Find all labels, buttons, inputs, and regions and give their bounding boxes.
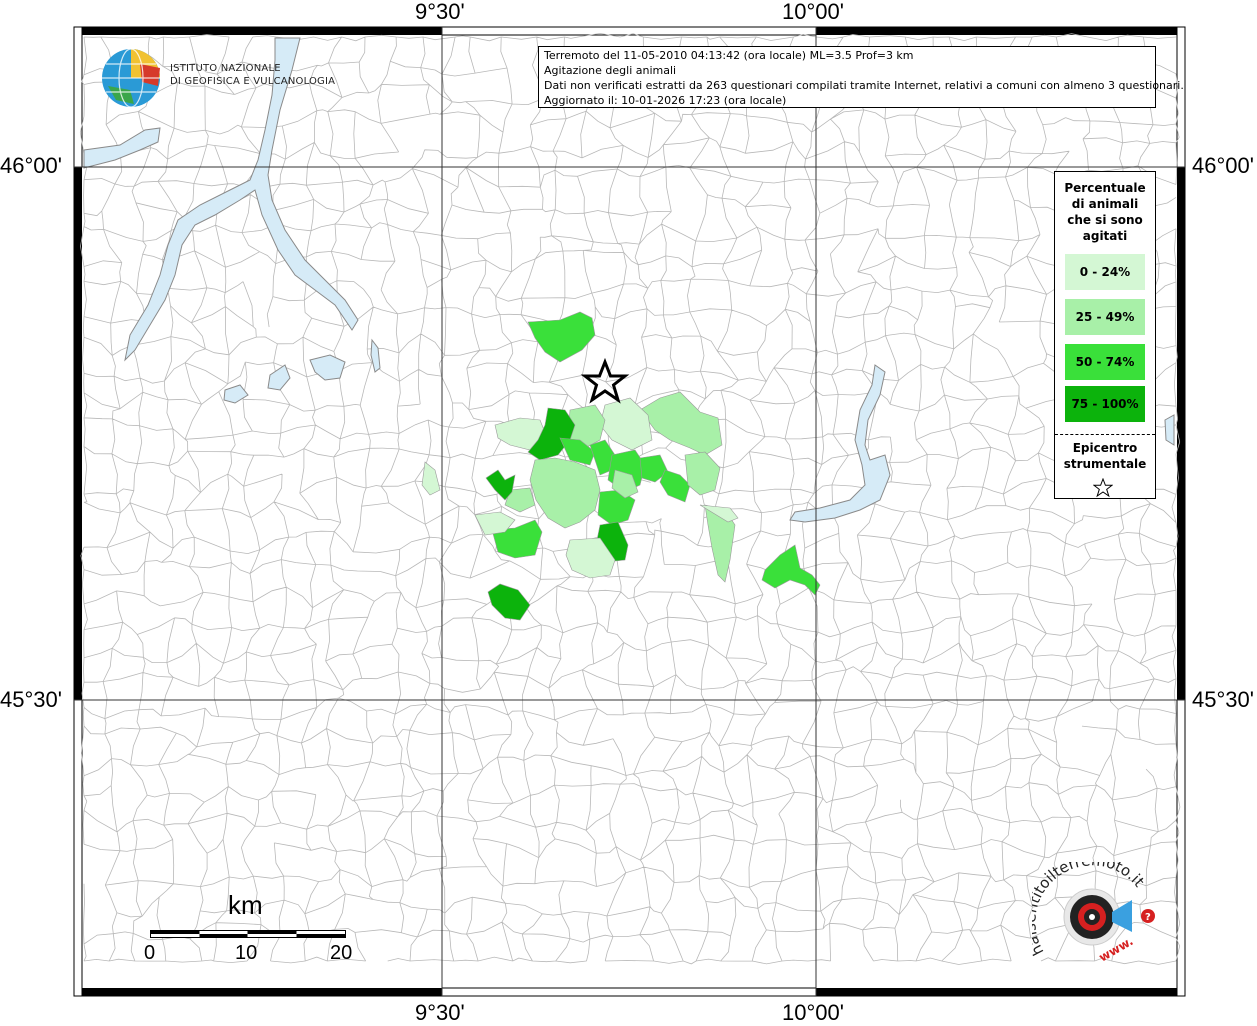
event-title: Terremoto del 11-05-2010 04:13:42 (ora l… [544, 49, 914, 62]
scale-label-0: 0 [144, 942, 156, 964]
svg-text:?: ? [1145, 912, 1151, 923]
haisentito-logo: ? haisentitoilterremoto.it www. [1021, 851, 1162, 972]
ingv-name-line1: ISTITUTO NAZIONALE [170, 63, 281, 74]
legend-class-1: 0 - 24% [1065, 254, 1145, 290]
lon-tick-bottom-1: 9°30' [415, 1000, 465, 1025]
globe-icon [102, 48, 160, 108]
legend-class-2: 25 - 49% [1065, 299, 1145, 335]
map-subject: Agitazione degli animali [544, 64, 677, 77]
legend-class-3: 50 - 74% [1065, 344, 1145, 380]
scale-label-20: 20 [330, 942, 353, 964]
scale-unit: km [228, 890, 263, 920]
scale-ruler [150, 930, 346, 938]
lon-tick-top-2: 10°00' [782, 0, 844, 24]
scale-bar: km 0 10 20 [140, 890, 370, 970]
update-time: Aggiornato il: 10-01-2026 17:23 (ora loc… [544, 94, 787, 107]
lat-tick-right-1: 46°00' [1192, 153, 1254, 178]
lon-tick-top-1: 9°30' [415, 0, 465, 24]
scale-label-10: 10 [235, 942, 258, 964]
lat-tick-left-2: 45°30' [0, 687, 62, 712]
data-note: Dati non verificati estratti da 263 ques… [544, 79, 1184, 92]
ingv-name-line2: DI GEOFISICA E VULCANOLOGIA [170, 76, 336, 87]
legend-separator [1055, 434, 1155, 435]
ingv-logo: ISTITUTO NAZIONALE DI GEOFISICA E VULCAN… [100, 46, 335, 110]
lat-tick-right-2: 45°30' [1192, 687, 1254, 712]
legend-epicenter-label: Epicentro strumentale [1063, 441, 1147, 471]
event-info-box: Terremoto del 11-05-2010 04:13:42 (ora l… [538, 46, 1184, 108]
lon-tick-bottom-2: 10°00' [782, 1000, 844, 1025]
legend-title: Percentuale di animali che si sono agita… [1064, 181, 1146, 243]
lat-tick-left-1: 46°00' [0, 153, 62, 178]
legend: Percentuale di animali che si sono agita… [1054, 171, 1156, 499]
star-outline-icon [1093, 478, 1113, 498]
legend-class-4: 75 - 100% [1065, 386, 1145, 422]
